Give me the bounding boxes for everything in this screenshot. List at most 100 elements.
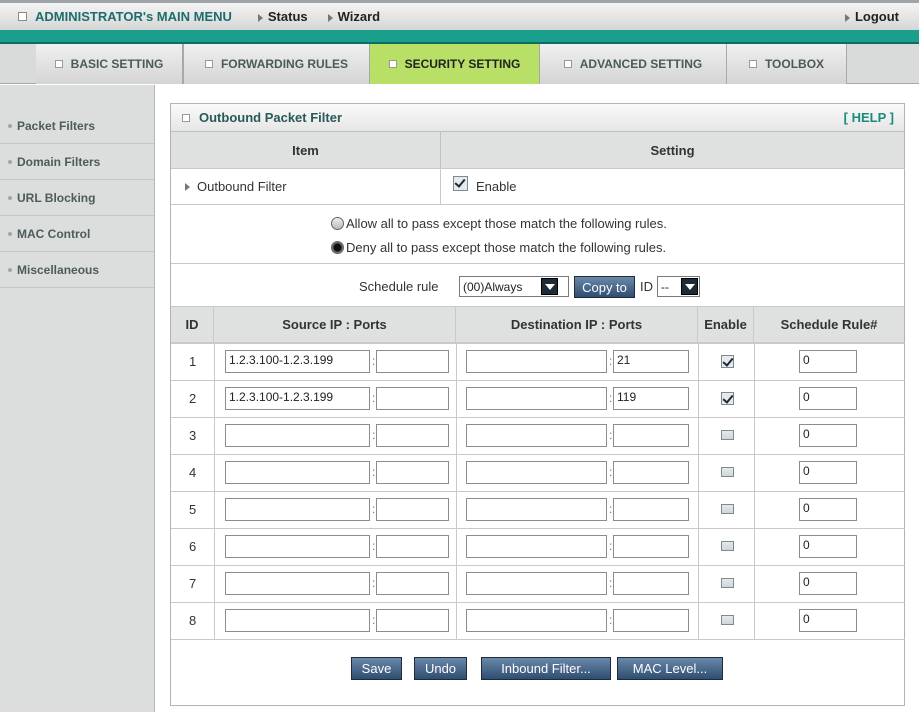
source-column-header: Source IP : Ports [214,307,456,343]
schedule-rule-input[interactable]: 0 [799,609,857,632]
rule-id: 5 [189,502,197,517]
schedule-rule-input[interactable]: 0 [799,498,857,521]
save-button[interactable]: Save [351,657,402,680]
tab-forwarding-rules[interactable]: FORWARDING RULES [183,44,370,84]
destination-port-input[interactable] [613,461,689,484]
destination-ip-input[interactable] [466,572,607,595]
destination-port-input[interactable] [613,535,689,558]
rule-id: 4 [189,465,197,480]
teal-divider [0,30,919,44]
bullet-icon [8,124,12,128]
source-ip-input[interactable] [225,461,370,484]
status-link[interactable]: Status [257,9,308,24]
source-port-input[interactable] [376,535,449,558]
chevron-down-icon[interactable] [681,278,698,295]
colon-separator: : [609,539,613,553]
bullet-icon [8,196,12,200]
destination-port-input[interactable] [613,572,689,595]
destination-ip-input[interactable] [466,350,607,373]
rule-enable-checkbox[interactable] [721,467,734,477]
sidebar-item-url-blocking[interactable]: URL Blocking [0,181,154,216]
source-port-input[interactable] [376,572,449,595]
id-label: ID [640,279,653,294]
schedule-rule-input[interactable]: 0 [799,387,857,410]
arrow-right-icon [327,13,333,22]
source-port-input[interactable] [376,498,449,521]
source-ip-input[interactable]: 1.2.3.100-1.2.3.199 [225,387,370,410]
source-ip-input[interactable] [225,535,370,558]
arrow-right-icon [257,13,263,22]
status-link-label: Status [267,9,308,24]
destination-port-input[interactable] [613,498,689,521]
rule-id: 6 [189,539,197,554]
help-link[interactable]: [ HELP ] [844,110,894,125]
inbound-filter-button[interactable]: Inbound Filter... [481,657,611,680]
source-port-input[interactable] [376,387,449,410]
tab-advanced-setting[interactable]: ADVANCED SETTING [540,44,727,84]
destination-port-input[interactable]: 21 [613,350,689,373]
source-port-input[interactable] [376,609,449,632]
rule-id: 8 [189,613,197,628]
sidebar-item-label: URL Blocking [17,191,96,205]
source-ip-input[interactable]: 1.2.3.100-1.2.3.199 [225,350,370,373]
chevron-down-icon[interactable] [541,278,558,295]
rule-enable-checkbox[interactable] [721,355,734,368]
destination-ip-input[interactable] [466,461,607,484]
destination-ip-input[interactable] [466,535,607,558]
sidebar: Packet Filters Domain Filters URL Blocki… [0,85,155,712]
destination-ip-input[interactable] [466,498,607,521]
sidebar-item-label: Packet Filters [17,119,96,133]
schedule-rule-input[interactable]: 0 [799,535,857,558]
tab-square-icon [563,60,572,68]
tab-label: SECURITY SETTING [404,57,521,71]
copy-to-button[interactable]: Copy to [574,276,635,298]
sidebar-item-packet-filters[interactable]: Packet Filters [0,109,154,144]
sidebar-item-mac-control[interactable]: MAC Control [0,217,154,252]
undo-button[interactable]: Undo [414,657,467,680]
logout-link[interactable]: Logout [844,9,899,24]
outbound-filter-enable-checkbox[interactable] [453,176,468,191]
source-ip-input[interactable] [225,609,370,632]
tab-security-setting[interactable]: SECURITY SETTING [370,44,540,84]
schedule-rule-input[interactable]: 0 [799,572,857,595]
deny-policy-label: Deny all to pass except those match the … [346,240,667,255]
rule-enable-checkbox[interactable] [721,392,734,405]
source-ip-input[interactable] [225,424,370,447]
sidebar-item-miscellaneous[interactable]: Miscellaneous [0,253,154,288]
panel-title: Outbound Packet Filter [199,110,343,125]
allow-policy-radio[interactable] [331,217,344,230]
colon-separator: : [609,502,613,516]
rule-enable-checkbox[interactable] [721,541,734,551]
source-port-input[interactable] [376,461,449,484]
enable-column-header: Enable [698,307,754,343]
source-port-input[interactable] [376,350,449,373]
destination-ip-input[interactable] [466,609,607,632]
wizard-link[interactable]: Wizard [327,9,380,24]
schedule-rule-input[interactable]: 0 [799,350,857,373]
rule-enable-checkbox[interactable] [721,504,734,514]
colon-separator: : [372,354,376,368]
rule-enable-checkbox[interactable] [721,615,734,625]
destination-ip-input[interactable] [466,424,607,447]
rule-enable-checkbox[interactable] [721,430,734,440]
source-port-input[interactable] [376,424,449,447]
schedule-rule-input[interactable]: 0 [799,424,857,447]
main-menu-title: ADMINISTRATOR's MAIN MENU [35,9,232,24]
logout-link-label: Logout [854,9,899,24]
rule-enable-checkbox[interactable] [721,578,734,588]
item-header: Item [171,132,441,168]
destination-ip-input[interactable] [466,387,607,410]
tab-basic-setting[interactable]: BASIC SETTING [36,44,183,84]
destination-port-input[interactable]: 119 [613,387,689,410]
bullet-icon [8,232,12,236]
deny-policy-radio[interactable] [331,241,344,254]
source-ip-input[interactable] [225,498,370,521]
tab-toolbox[interactable]: TOOLBOX [727,44,847,84]
mac-level-button[interactable]: MAC Level... [617,657,723,680]
destination-port-input[interactable] [613,424,689,447]
destination-port-input[interactable] [613,609,689,632]
schedule-rule-input[interactable]: 0 [799,461,857,484]
rule-id: 2 [189,391,197,406]
source-ip-input[interactable] [225,572,370,595]
sidebar-item-domain-filters[interactable]: Domain Filters [0,145,154,180]
